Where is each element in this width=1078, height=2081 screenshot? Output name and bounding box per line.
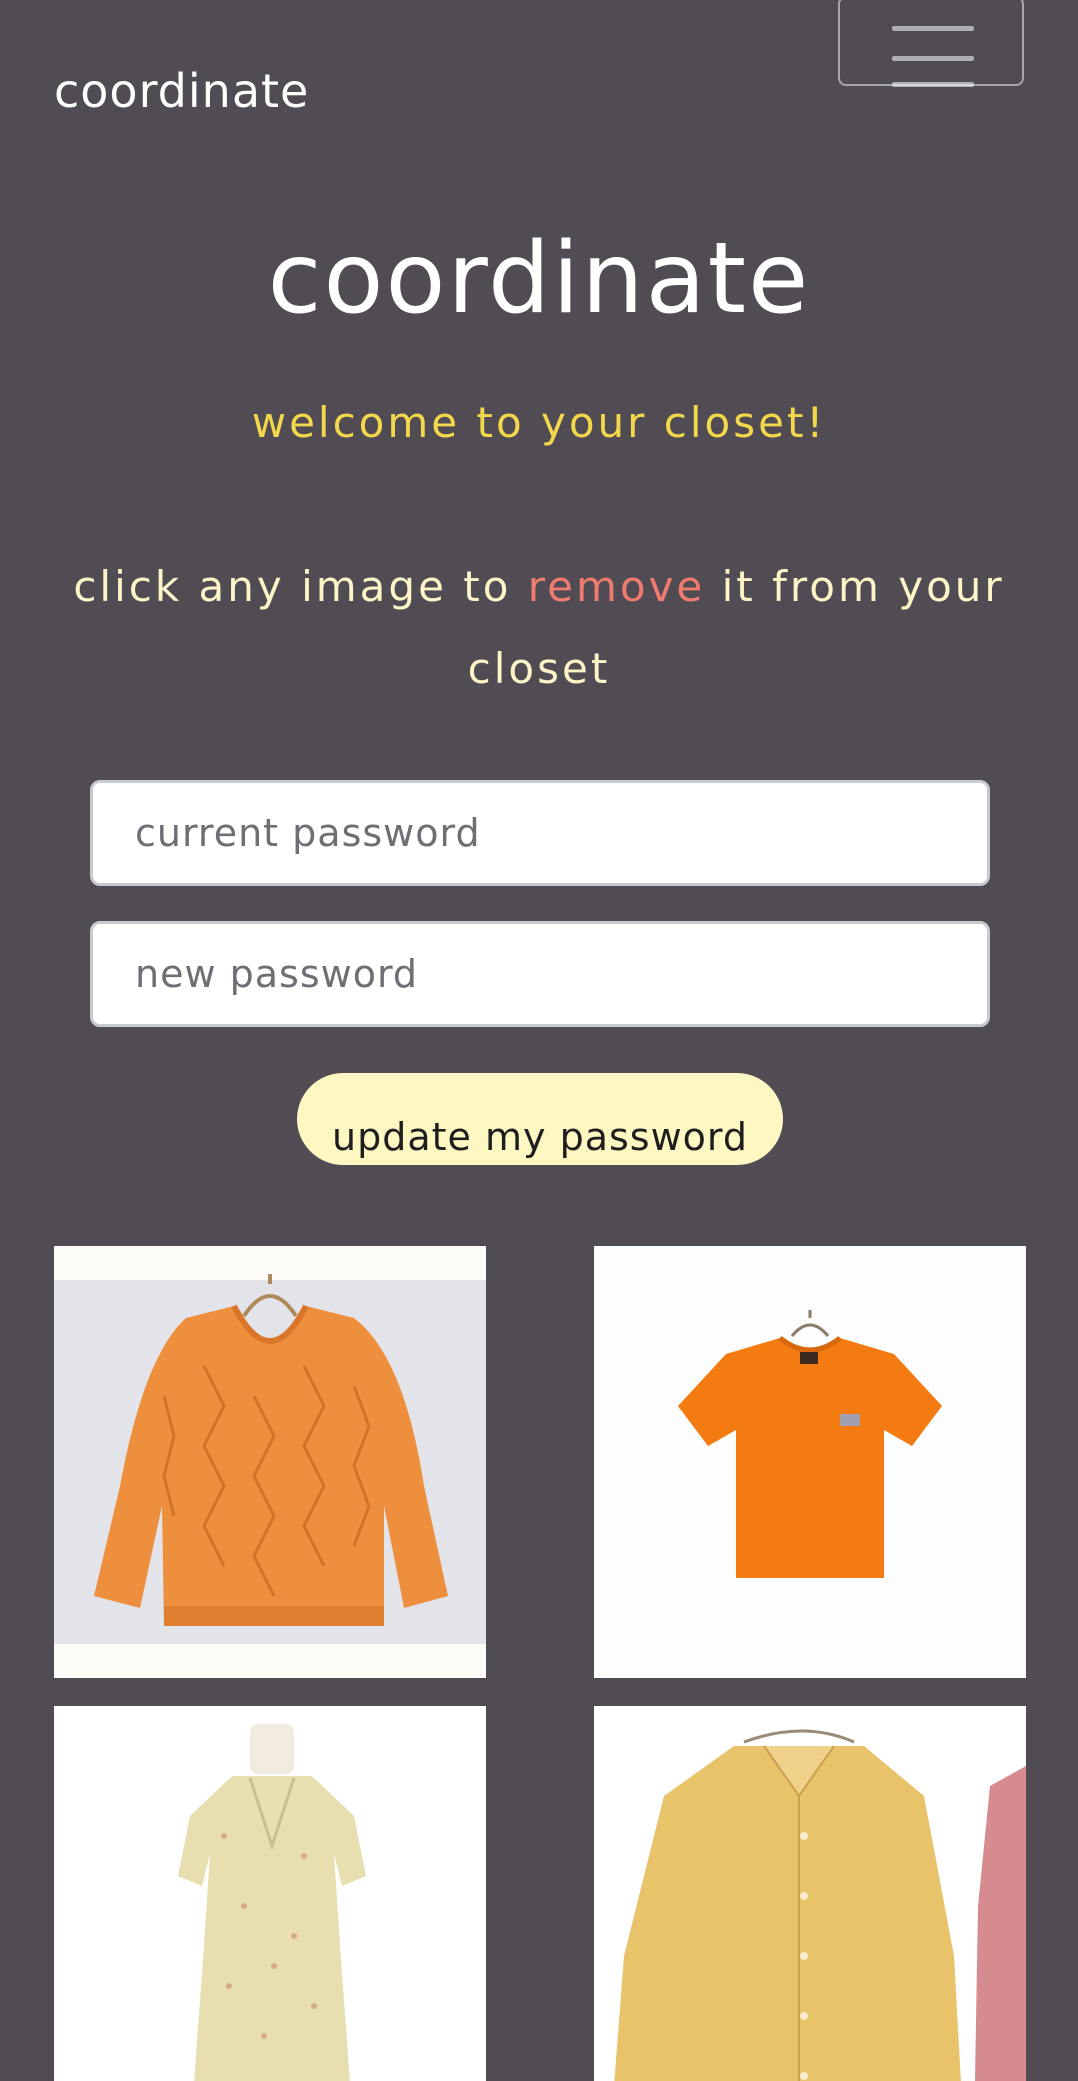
brand-link[interactable]: coordinate [54, 64, 309, 118]
remove-highlight: remove [527, 562, 706, 611]
navbar: coordinate [0, 0, 1078, 150]
current-password-field[interactable] [90, 780, 990, 886]
tshirt-image [594, 1246, 1026, 1678]
menu-bar [892, 26, 974, 31]
update-password-button[interactable]: update my password [297, 1073, 783, 1165]
closet-item-dress[interactable] [54, 1706, 486, 2081]
dress-image [54, 1706, 486, 2081]
closet-item-tshirt[interactable] [594, 1246, 1026, 1678]
closet-item-shirt[interactable] [594, 1706, 1026, 2081]
hamburger-menu-icon[interactable] [838, 0, 1024, 87]
new-password-field[interactable] [90, 921, 990, 1027]
menu-bar [892, 56, 974, 61]
instruction-before: click any image to [73, 562, 528, 611]
welcome-message: welcome to your closet! [251, 398, 827, 447]
closet-item-sweater[interactable] [54, 1246, 486, 1678]
page-title: coordinate [267, 222, 811, 336]
sweater-image [54, 1246, 486, 1678]
closet-page: coordinate coordinate welcome to your cl… [0, 0, 1078, 2081]
menu-bar [892, 82, 974, 87]
shirt-image [594, 1706, 1026, 2081]
instruction-text: click any image to remove it from your c… [70, 546, 1008, 710]
